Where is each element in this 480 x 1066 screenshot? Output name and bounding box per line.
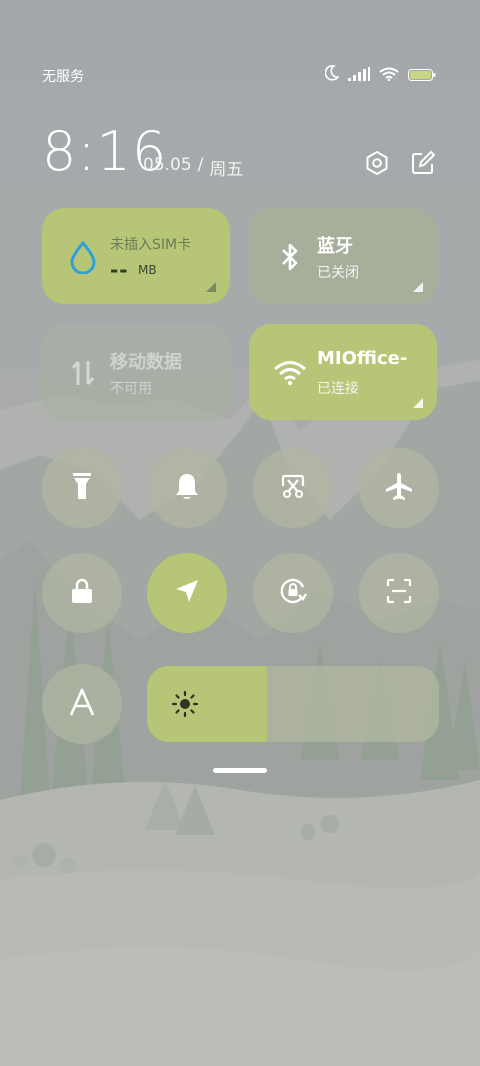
mobile-data-status: 不可用 xyxy=(110,381,152,397)
signal-icon xyxy=(348,66,370,85)
screenshot-toggle[interactable] xyxy=(253,448,333,528)
lock-toggle[interactable] xyxy=(42,553,122,633)
drag-handle[interactable] xyxy=(213,768,267,773)
rotation-lock-toggle[interactable] xyxy=(253,553,333,633)
weekday-text: 周五 xyxy=(209,160,244,180)
data-arrows-icon xyxy=(66,356,100,390)
data-usage-value: -- xyxy=(110,258,129,282)
water-drop-icon xyxy=(66,240,100,274)
rotation-lock-icon xyxy=(277,575,309,611)
font-toggle[interactable] xyxy=(42,664,122,744)
carrier-status: 无服务 xyxy=(42,69,84,85)
edit-button[interactable] xyxy=(408,150,438,180)
bluetooth-tile[interactable]: 蓝牙 已关闭 xyxy=(249,208,437,304)
brightness-slider[interactable] xyxy=(147,666,439,742)
mobile-data-title: 移动数据 xyxy=(110,352,182,373)
wifi-icon xyxy=(379,66,399,85)
date-display: 05.05 / 周五 xyxy=(143,155,243,180)
flashlight-icon xyxy=(71,471,93,505)
wifi-network-name: MIOffice- xyxy=(317,348,408,369)
bluetooth-icon xyxy=(273,240,307,274)
scanner-toggle[interactable] xyxy=(359,553,439,633)
font-a-icon xyxy=(68,687,96,721)
settings-icon xyxy=(364,150,390,180)
settings-button[interactable] xyxy=(362,150,392,180)
wifi-status: 已连接 xyxy=(317,381,359,397)
scan-icon xyxy=(385,577,413,609)
sim-data-tile[interactable]: 未插入SIM卡 -- MB xyxy=(42,208,230,304)
location-toggle[interactable] xyxy=(147,553,227,633)
battery-icon xyxy=(408,66,436,85)
moon-icon xyxy=(324,65,340,85)
bluetooth-title: 蓝牙 xyxy=(317,236,353,257)
brightness-fill xyxy=(147,666,267,742)
expand-corner-icon xyxy=(413,398,423,408)
date-text: 05.05 xyxy=(143,155,192,175)
flashlight-toggle[interactable] xyxy=(42,448,122,528)
location-arrow-icon xyxy=(173,577,201,609)
bell-toggle[interactable] xyxy=(147,448,227,528)
sun-icon xyxy=(171,690,199,718)
wifi-tile[interactable]: MIOffice- 已连接 xyxy=(249,324,437,420)
airplane-icon xyxy=(384,471,414,505)
data-usage-unit: MB xyxy=(138,263,157,277)
scissors-screenshot-icon xyxy=(279,472,307,504)
wifi-icon xyxy=(273,356,307,390)
sim-tile-title: 未插入SIM卡 xyxy=(110,237,192,253)
date-separator: / xyxy=(197,155,204,175)
bell-icon xyxy=(173,471,201,505)
bluetooth-status: 已关闭 xyxy=(317,265,359,281)
expand-corner-icon xyxy=(206,282,216,292)
edit-icon xyxy=(410,150,436,180)
mobile-data-tile[interactable]: 移动数据 不可用 xyxy=(42,324,230,420)
status-icons xyxy=(324,64,436,86)
airplane-toggle[interactable] xyxy=(359,448,439,528)
expand-corner-icon xyxy=(413,282,423,292)
lock-icon xyxy=(70,577,94,609)
